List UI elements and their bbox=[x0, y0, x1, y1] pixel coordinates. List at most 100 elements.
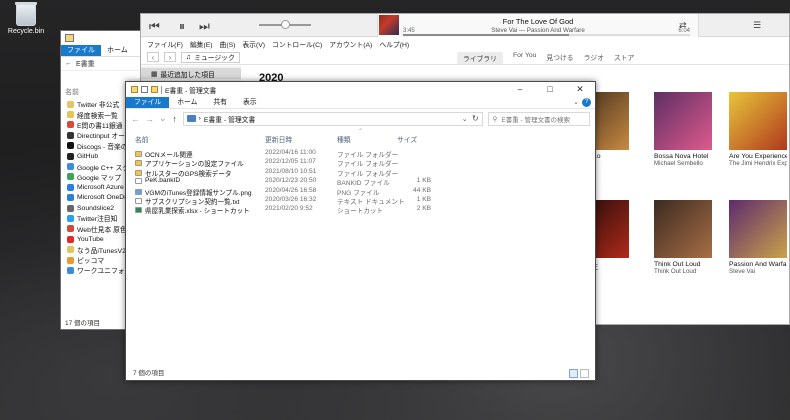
tab-home[interactable]: ホーム bbox=[101, 45, 134, 56]
chevron-down-icon[interactable]: ⌄ bbox=[462, 115, 468, 123]
front-explorer-window[interactable]: E書重 - 管理文書 – □ ✕ ファイル ホーム 共有 表示 ⌄ ? ← → … bbox=[125, 81, 596, 381]
chevron-down-icon[interactable]: ⌄ bbox=[159, 113, 167, 124]
back-arrow-icon[interactable]: ← bbox=[65, 60, 72, 67]
sidebar-item-recently-added[interactable]: ▦ 最近追加した項目 bbox=[141, 68, 241, 79]
properties-icon[interactable] bbox=[141, 86, 148, 93]
file-name-cell[interactable]: PeK.bankID bbox=[135, 177, 180, 184]
list-item[interactable]: GitHub bbox=[61, 151, 127, 161]
list-item[interactable]: Web仕見本 原色 bbox=[61, 224, 127, 234]
column-date[interactable]: 更新日時 bbox=[265, 134, 292, 144]
list-item[interactable]: Microsoft Azure bbox=[61, 182, 127, 192]
file-row[interactable]: アプリケーションの設定ファイル 2022/12/05 11:07 ファイル フォルダ… bbox=[126, 157, 595, 168]
pause-icon[interactable]: ⏸ bbox=[179, 19, 185, 34]
list-item[interactable]: Twitter注目知 bbox=[61, 213, 127, 223]
album-tile[interactable]: Passion And Warfare Steve Vai bbox=[729, 200, 787, 275]
repeat-icon[interactable]: ⇄ bbox=[679, 20, 687, 31]
menu-edit[interactable]: 編集(E) bbox=[190, 39, 213, 49]
list-item[interactable]: Google C++ スタ bbox=[61, 161, 127, 172]
album-tile[interactable]: Are You ExperiencedThe Jimi Hendrix Expe… bbox=[729, 92, 787, 167]
album-cover[interactable] bbox=[654, 200, 712, 258]
album-title[interactable]: Bossa Nova Hotel bbox=[654, 153, 712, 160]
file-row[interactable]: VGMのiTunes登録情報サンプル.png 2020/04/26 16:58 PN… bbox=[126, 186, 595, 197]
file-row[interactable]: サブスクリプション契約一覧.txt 2020/03/26 16:32 テキスト ドキ… bbox=[126, 195, 595, 206]
menu-song[interactable]: 曲(S) bbox=[220, 39, 236, 49]
album-artist[interactable]: The Jimi Hendrix Experience bbox=[729, 160, 787, 167]
tab-file[interactable]: ファイル bbox=[126, 97, 170, 108]
image-icon bbox=[135, 188, 142, 195]
album-tile[interactable]: Think Out Loud Think Out Loud bbox=[654, 200, 712, 275]
tab-for-you[interactable]: For You bbox=[513, 52, 536, 64]
tab-view[interactable]: 表示 bbox=[235, 97, 265, 108]
search-input[interactable]: ⚲ E書重 - 管理文書の検索 bbox=[487, 111, 590, 126]
chevron-down-icon[interactable]: ⌄ bbox=[573, 98, 579, 106]
menu-help[interactable]: ヘルプ(H) bbox=[379, 39, 409, 49]
list-item[interactable]: ワークユニフォーム W bbox=[61, 265, 127, 275]
front-explorer-titlebar[interactable]: E書重 - 管理文書 – □ ✕ bbox=[126, 82, 595, 97]
volume-slider[interactable] bbox=[259, 20, 311, 29]
file-size: 1 KB bbox=[416, 177, 431, 185]
file-row[interactable]: セルスターのGPS検索データ 2021/08/10 10:51 ファイル フォルダー bbox=[126, 167, 595, 178]
album-title[interactable]: Think Out Loud bbox=[654, 261, 712, 268]
address-input[interactable]: › E書重 - 管理文書 ⌄ ↻ bbox=[182, 111, 483, 126]
album-artist[interactable]: Think Out Loud bbox=[654, 268, 712, 275]
album-title[interactable]: Are You Experienced bbox=[729, 153, 787, 160]
up-arrow-icon[interactable]: ↑ bbox=[172, 114, 178, 124]
list-item[interactable]: ピッコマ bbox=[61, 255, 127, 265]
file-name-cell[interactable]: 県屋乳業探索.xlsx - ショートカット bbox=[135, 205, 250, 215]
file-row[interactable]: 県屋乳業探索.xlsx - ショートカット 2021/02/20 9:52 ショート… bbox=[126, 204, 595, 215]
menu-file[interactable]: ファイル(F) bbox=[147, 39, 183, 49]
tab-store[interactable]: ストア bbox=[614, 52, 634, 64]
tab-browse[interactable]: 見つける bbox=[546, 52, 573, 64]
help-icon[interactable]: ? bbox=[582, 98, 591, 107]
library-selector[interactable]: ♫ ミュージック bbox=[181, 51, 240, 63]
details-view-button[interactable] bbox=[569, 369, 578, 378]
tab-radio[interactable]: ラジオ bbox=[584, 52, 604, 64]
menu-control[interactable]: コントロール(C) bbox=[272, 39, 322, 49]
album-tile[interactable]: Bossa Nova Hotel Michael Sembello bbox=[654, 92, 712, 167]
new-folder-icon[interactable] bbox=[151, 86, 158, 93]
maximize-button[interactable]: □ bbox=[535, 82, 565, 97]
next-track-icon[interactable]: ⏭ bbox=[199, 19, 210, 34]
column-type[interactable]: 種類 bbox=[337, 134, 351, 144]
list-item[interactable]: Soundslice2 bbox=[61, 203, 127, 213]
file-row[interactable]: OCNメール関連 2022/04/16 11:00 ファイル フォルダー bbox=[126, 148, 595, 159]
tab-file[interactable]: ファイル bbox=[61, 45, 101, 56]
tab-share[interactable]: 共有 bbox=[205, 97, 235, 108]
forward-arrow-icon[interactable]: → bbox=[145, 114, 154, 124]
playback-progress[interactable] bbox=[403, 34, 690, 36]
album-artist[interactable]: Michael Sembello bbox=[654, 160, 712, 167]
recycle-bin-desktop-icon[interactable]: Recycle.bin bbox=[6, 2, 46, 35]
name-column-header[interactable]: 名前 bbox=[61, 85, 127, 99]
list-item[interactable]: E問の書11銀通 bbox=[61, 120, 127, 130]
tab-home[interactable]: ホーム bbox=[169, 97, 205, 108]
album-cover[interactable] bbox=[654, 92, 712, 150]
list-item[interactable]: Microsoft OneDri bbox=[61, 193, 127, 203]
forward-button[interactable]: › bbox=[164, 52, 176, 62]
column-name[interactable]: 名前 bbox=[135, 134, 149, 144]
menu-view[interactable]: 表示(V) bbox=[242, 39, 265, 49]
back-button[interactable]: ‹ bbox=[147, 52, 159, 62]
list-item[interactable]: 経度検索一覧 bbox=[61, 109, 127, 120]
list-item[interactable]: なう品iTunesV2の bbox=[61, 244, 127, 255]
album-artist[interactable]: Steve Vai bbox=[729, 268, 787, 275]
column-size[interactable]: サイズ bbox=[397, 134, 417, 144]
refresh-icon[interactable]: ↻ bbox=[472, 114, 479, 123]
list-item[interactable]: Discogs - 音楽の bbox=[61, 141, 127, 151]
list-item[interactable]: Directinput オー固 bbox=[61, 130, 127, 140]
album-cover[interactable] bbox=[729, 200, 787, 258]
list-item[interactable]: Google マップ bbox=[61, 172, 127, 182]
large-icons-view-button[interactable] bbox=[580, 369, 589, 378]
file-row[interactable]: PeK.bankID 2020/12/23 20:50 BANKID ファイル 1 K… bbox=[126, 176, 595, 187]
album-cover[interactable] bbox=[729, 92, 787, 150]
close-button[interactable]: ✕ bbox=[565, 82, 595, 97]
minimize-button[interactable]: – bbox=[505, 82, 535, 97]
list-item[interactable]: Twitter 非公式 bbox=[61, 99, 127, 109]
list-item[interactable]: YouTube bbox=[61, 234, 127, 244]
list-icon[interactable]: ☰ bbox=[753, 20, 761, 31]
volume-knob[interactable] bbox=[281, 20, 290, 29]
album-title[interactable]: Passion And Warfare bbox=[729, 261, 787, 268]
back-arrow-icon[interactable]: ← bbox=[131, 114, 140, 124]
previous-track-icon[interactable]: ⏮ bbox=[149, 19, 160, 34]
menu-account[interactable]: アカウント(A) bbox=[329, 39, 372, 49]
tab-library[interactable]: ライブラリ bbox=[457, 52, 503, 64]
